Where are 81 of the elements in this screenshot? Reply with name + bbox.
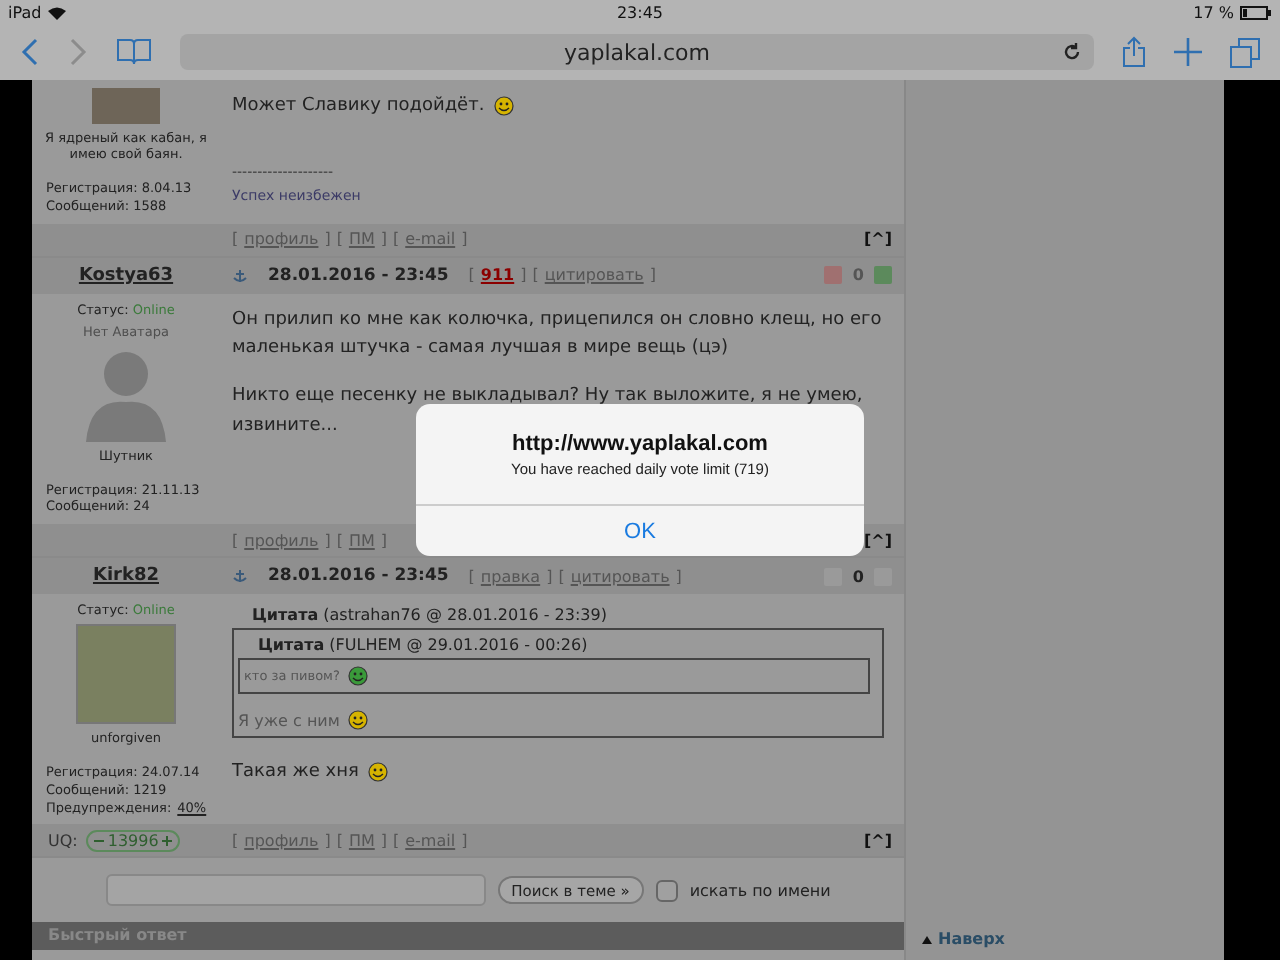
- post-link[interactable]: ПМ: [348, 230, 375, 249]
- post-link[interactable]: e-mail: [405, 831, 456, 850]
- bracket: [: [532, 266, 539, 285]
- vote-up-icon[interactable]: [874, 266, 892, 285]
- bracket: ]: [649, 266, 656, 285]
- bracket: [: [393, 230, 400, 249]
- back-icon[interactable]: [20, 38, 40, 66]
- bracket: ]: [461, 831, 468, 850]
- bracket: ]: [675, 567, 682, 586]
- bracket: [: [558, 567, 565, 586]
- post-text: Никто еще песенку не выкладывал? Ну так выложите, я не умею, извините...: [232, 384, 865, 436]
- checkbox[interactable]: [655, 879, 678, 902]
- scroll-top-link[interactable]: [^]: [863, 531, 892, 550]
- alert-title: http://www.yaplakal.com: [512, 431, 768, 455]
- minus-icon[interactable]: [93, 835, 104, 846]
- battery-percent: 17 %: [1193, 3, 1234, 21]
- tabs-icon[interactable]: [1230, 37, 1260, 67]
- ok-button[interactable]: OK: [416, 504, 864, 556]
- post-link[interactable]: ПМ: [348, 831, 375, 850]
- bracket: [: [468, 567, 475, 586]
- bracket: ]: [324, 831, 331, 850]
- vote-score: 0: [852, 266, 864, 285]
- author-name[interactable]: Kirk82: [92, 566, 159, 587]
- bracket: ]: [380, 831, 387, 850]
- quote-title: Цитата (FULHEM @ 29.01.2016 - 00:26): [256, 636, 590, 655]
- vote-down-icon[interactable]: [824, 266, 843, 285]
- address-field[interactable]: yaplakal.com: [180, 34, 1094, 70]
- search-field[interactable]: [105, 874, 486, 907]
- post-link[interactable]: e-mail: [405, 230, 456, 249]
- to-top-link[interactable]: Наверх: [922, 930, 1005, 948]
- bracket: [: [336, 531, 343, 550]
- photo-placeholder: [92, 88, 160, 124]
- clock: 23:45: [616, 3, 664, 21]
- plus-icon[interactable]: [162, 835, 173, 846]
- post-text: Такая же хня: [232, 760, 359, 787]
- bracket: [: [336, 230, 343, 249]
- scroll-top-link[interactable]: [^]: [863, 230, 892, 249]
- bracket: ]: [461, 230, 468, 249]
- post-text: Он прилип ко мне как колючка, прицепился он словно клещ, но его маленькая штучка - самая лучшая в мире вещь (цэ): [232, 307, 884, 362]
- author-name[interactable]: Kostya63: [78, 265, 174, 286]
- bracket: [: [468, 266, 475, 285]
- bracket: ]: [324, 531, 331, 550]
- quote-title: Цитата (astrahan76 @ 28.01.2016 - 23:39): [250, 606, 609, 625]
- bracket: [: [393, 831, 400, 850]
- share-icon[interactable]: [1122, 36, 1146, 68]
- device-name: iPad: [8, 3, 42, 21]
- post-link[interactable]: ПМ: [348, 531, 375, 550]
- anchor-icon[interactable]: [232, 267, 248, 284]
- checkbox-label: искать по имени: [689, 881, 831, 900]
- wifi-icon: [47, 5, 66, 19]
- reload-icon[interactable]: [1062, 42, 1082, 62]
- post-date: 28.01.2016 - 23:45: [268, 265, 449, 286]
- up-triangle-icon: [922, 935, 932, 943]
- uq-value: 13996: [107, 831, 159, 850]
- bracket: [: [232, 831, 239, 850]
- post-link[interactable]: профиль: [244, 531, 319, 550]
- bracket: [: [336, 831, 343, 850]
- post-link[interactable]: профиль: [244, 230, 319, 249]
- post-link[interactable]: цитировать: [544, 266, 644, 285]
- bracket: ]: [546, 567, 553, 586]
- bracket: ]: [380, 230, 387, 249]
- bracket: [: [232, 230, 239, 249]
- bookmarks-book-icon[interactable]: [116, 38, 152, 66]
- post-link[interactable]: профиль: [244, 831, 319, 850]
- bracket: ]: [324, 230, 331, 249]
- post-link[interactable]: 911: [480, 266, 515, 285]
- post-link[interactable]: цитировать: [570, 567, 670, 586]
- plus-icon[interactable]: [1174, 38, 1202, 66]
- bracket: ]: [520, 266, 527, 285]
- anchor-icon[interactable]: [232, 568, 248, 585]
- bracket: ]: [380, 531, 387, 550]
- bracket: [: [232, 531, 239, 550]
- post-link[interactable]: правка: [480, 567, 541, 586]
- uq-label: UQ:: [48, 831, 78, 850]
- post-text: Может Славику подойдёт.: [232, 94, 485, 120]
- quote-text: Я уже с ним: [238, 711, 340, 730]
- vote-score: 0: [852, 567, 864, 586]
- scroll-top-link[interactable]: [^]: [863, 831, 892, 850]
- battery-icon: [1240, 5, 1272, 19]
- post-date: 28.01.2016 - 23:45: [268, 566, 449, 587]
- forward-icon[interactable]: [68, 38, 88, 66]
